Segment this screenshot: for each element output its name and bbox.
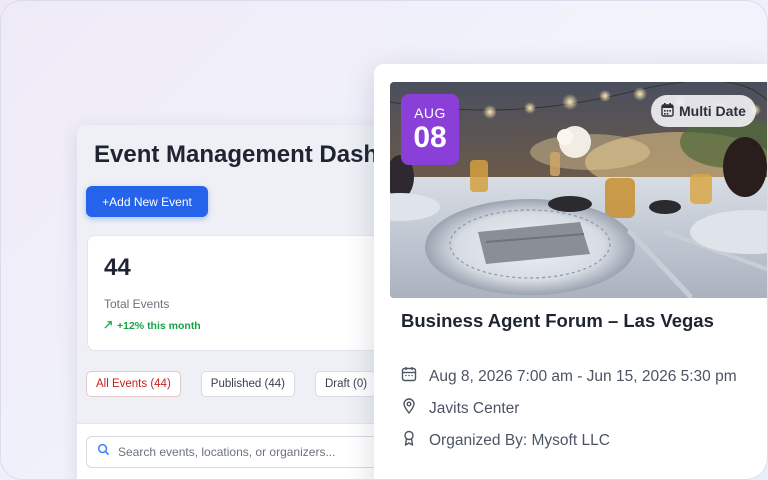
total-events-value: 44: [104, 254, 131, 281]
calendar-icon: [661, 102, 674, 120]
event-card[interactable]: AUG 08 Multi Date Business Agent Forum –…: [374, 64, 767, 479]
total-events-card: 44 Total Events +12% this month: [87, 235, 397, 351]
event-schedule-row: Aug 8, 2026 7:00 am - Jun 15, 2026 5:30 …: [401, 366, 737, 387]
event-organizer: Organized By: Mysoft LLC: [429, 431, 610, 449]
filter-all-events[interactable]: All Events (44): [86, 371, 181, 397]
search-icon: [97, 443, 110, 461]
location-pin-icon: [401, 398, 417, 419]
status-filter-bar: All Events (44) Published (44) Draft (0): [86, 371, 378, 397]
add-new-event-button[interactable]: +Add New Event: [86, 186, 208, 217]
trend-indicator: +12% this month: [104, 320, 201, 332]
search-input[interactable]: [118, 445, 378, 459]
multi-date-label: Multi Date: [679, 103, 746, 119]
total-events-label: Total Events: [104, 297, 170, 311]
trend-up-icon: [104, 320, 113, 332]
date-month: AUG: [414, 104, 446, 121]
award-ribbon-icon: [401, 430, 417, 451]
search-section: [77, 423, 407, 479]
event-venue: Javits Center: [429, 399, 520, 417]
filter-published[interactable]: Published (44): [200, 371, 295, 397]
filter-draft[interactable]: Draft (0): [314, 371, 378, 397]
event-date-badge: AUG 08: [401, 94, 459, 165]
event-organizer-row: Organized By: Mysoft LLC: [401, 430, 610, 451]
page-title: Event Management Dashboard: [94, 141, 407, 168]
event-schedule: Aug 8, 2026 7:00 am - Jun 15, 2026 5:30 …: [429, 367, 737, 385]
canvas: Event Management Dashboard +Add New Even…: [0, 0, 768, 480]
search-box: [86, 436, 396, 468]
dashboard-panel: Event Management Dashboard +Add New Even…: [77, 125, 407, 479]
calendar-icon: [401, 366, 417, 387]
trend-text: +12% this month: [117, 320, 201, 332]
event-venue-row: Javits Center: [401, 398, 519, 419]
date-day: 08: [413, 120, 447, 154]
event-title[interactable]: Business Agent Forum – Las Vegas: [401, 310, 714, 332]
multi-date-badge: Multi Date: [651, 95, 756, 127]
